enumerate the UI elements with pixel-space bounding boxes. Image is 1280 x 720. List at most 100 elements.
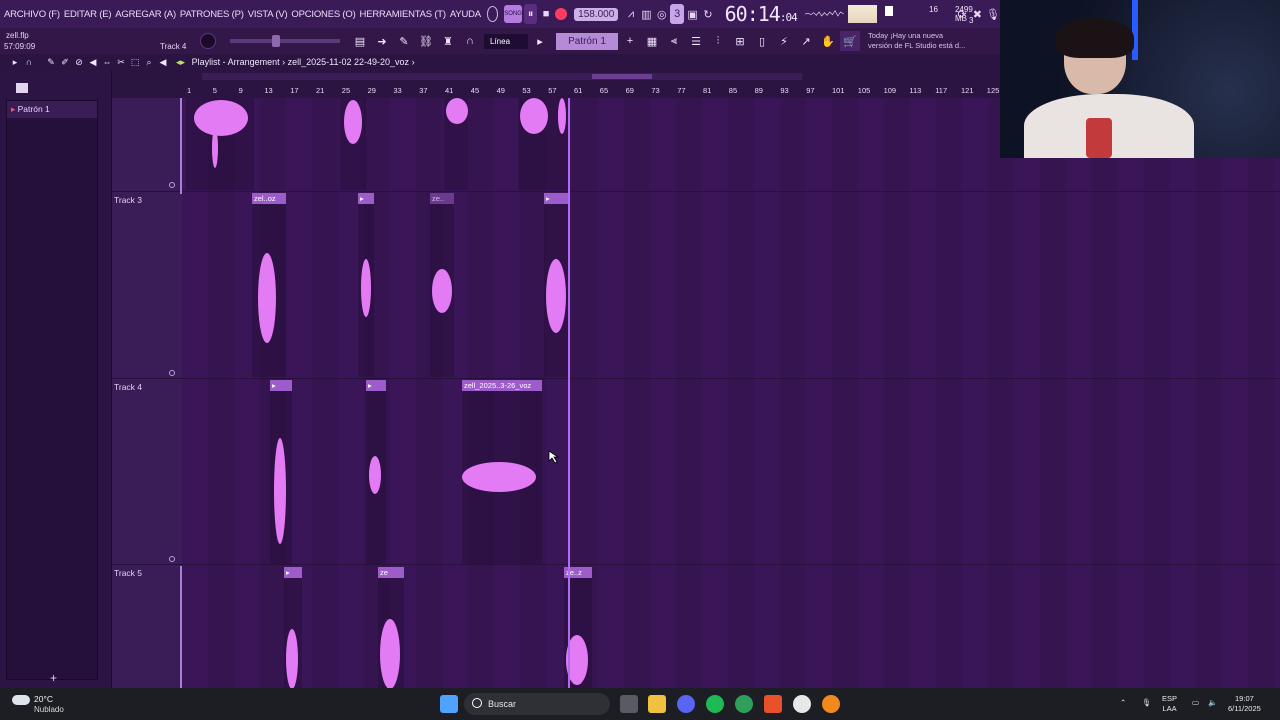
plugin-plug-icon[interactable]: ⚡ — [774, 31, 794, 51]
task-view-icon[interactable] — [620, 695, 638, 713]
microphone-icon[interactable]: 🎙 — [986, 4, 1000, 24]
blend-icon[interactable]: ↻ — [701, 4, 714, 24]
project-icon[interactable]: ▯ — [752, 31, 772, 51]
search-box[interactable]: Buscar — [464, 693, 610, 715]
playlist-grid[interactable]: zel..oz ▸ ze.. ▸ ▸ ▸ zell_2025..3-26_voz — [182, 98, 1280, 688]
audio-clip[interactable]: ze.. — [430, 193, 454, 377]
arrow-right-icon[interactable]: ➜ — [372, 31, 392, 51]
audio-clip[interactable]: ▸ — [366, 380, 386, 564]
faders-icon[interactable]: ⫶ — [708, 31, 728, 51]
menu-vista[interactable]: VISTA (V) — [248, 9, 288, 20]
audio-clip[interactable]: ▸ — [358, 193, 374, 377]
metronome-icon[interactable]: ⩘ — [624, 4, 637, 24]
slider-handle[interactable] — [272, 35, 280, 47]
piano-roll-icon[interactable]: ▤ — [350, 31, 370, 51]
audio-clip[interactable] — [518, 98, 568, 190]
horizontal-scrollbar[interactable] — [202, 73, 802, 80]
master-volume-knob[interactable] — [200, 33, 216, 49]
pattern-prev-icon[interactable]: ▸ — [530, 31, 550, 51]
obs-icon[interactable] — [793, 695, 811, 713]
zoom-tool-icon[interactable]: ⌕ — [142, 57, 156, 68]
pencil-icon[interactable]: ✎ — [394, 31, 414, 51]
menu-agregar[interactable]: AGREGAR (A) — [115, 9, 176, 20]
tempo-display[interactable]: 158.000 — [574, 7, 619, 21]
audio-clip[interactable] — [186, 98, 254, 190]
windows-start-icon[interactable] — [440, 695, 458, 713]
menu-archivo[interactable]: ARCHIVO (F) — [4, 9, 60, 20]
delete-tool-icon[interactable]: ⊘ — [72, 57, 86, 68]
channel-rack-icon[interactable]: ⫷ — [664, 31, 684, 51]
pattern-selector[interactable]: Patrón 1 — [556, 32, 618, 50]
track-header-5[interactable]: Track 5 — [112, 567, 182, 579]
master-pitch-slider[interactable] — [230, 35, 340, 47]
track-4-dot[interactable] — [169, 556, 175, 562]
pattern-item[interactable]: Patrón 1 — [7, 101, 97, 118]
link-icon[interactable]: ⛓ — [416, 31, 436, 51]
audio-clip[interactable] — [444, 98, 468, 190]
timeline-ruler[interactable]: 1 5 9 13 17 21 25 29 33 37 41 45 49 53 57 61 65 69 73 77 81 8… — [182, 70, 1000, 98]
menu-patrones[interactable]: PATRONES (P) — [180, 9, 244, 20]
audio-clip[interactable]: zel..oz — [252, 193, 286, 377]
playlist-icon[interactable]: ▦ — [642, 31, 662, 51]
menu-opciones[interactable]: OPCIONES (O) — [291, 9, 355, 20]
brave-icon[interactable] — [764, 695, 782, 713]
add-pattern-plus-icon[interactable]: + — [50, 671, 57, 685]
loop-record-icon[interactable]: ▣ — [686, 4, 699, 24]
track-header-3[interactable]: Track 3 — [112, 194, 182, 206]
countdown-icon[interactable]: ◎ — [655, 4, 668, 24]
chrome-icon[interactable] — [735, 695, 753, 713]
hint-icon[interactable]: ↗ — [796, 31, 816, 51]
step-edit-icon[interactable]: 3 — [670, 4, 684, 24]
slice-tool-icon[interactable]: ✂ — [114, 57, 128, 68]
audio-clip[interactable]: zell_2025..3-26_voz — [462, 380, 542, 564]
spotify-icon[interactable] — [706, 695, 724, 713]
menu-ayuda[interactable]: AYUDA — [450, 9, 481, 20]
paint-tool-icon[interactable]: ✐ — [58, 57, 72, 68]
mute-tool-icon[interactable]: ◀ — [86, 57, 100, 68]
playlist-menu-arrow-icon[interactable]: ▸ — [8, 57, 22, 68]
track-3-dot[interactable] — [169, 370, 175, 376]
snap-dropdown[interactable]: Línea — [484, 33, 528, 49]
audio-clip[interactable]: ▸ — [544, 193, 568, 377]
draw-tool-icon[interactable]: ✎ — [44, 57, 58, 68]
magnet-snap-icon[interactable]: ∩ — [22, 57, 36, 67]
menu-editar[interactable]: EDITAR (E) — [64, 9, 112, 20]
slip-tool-icon[interactable]: ⇔ — [100, 57, 114, 67]
audio-clip[interactable]: ▸ — [284, 567, 302, 688]
browser-tree-icon[interactable]: ⊞ — [730, 31, 750, 51]
scrollbar-thumb[interactable] — [592, 74, 652, 79]
pause-icon[interactable]: ⏸ — [523, 4, 538, 24]
shop-cart-icon[interactable]: 🛒 — [840, 31, 860, 51]
breadcrumb[interactable]: zell_2025-11-02 22-49-20_voz — [288, 57, 409, 67]
mixer-icon[interactable]: ☰ — [686, 31, 706, 51]
touch-icon[interactable]: ✋ — [818, 31, 838, 51]
volume-icon[interactable]: 🔈 — [1208, 698, 1217, 708]
select-tool-icon[interactable]: ⬚ — [128, 57, 142, 68]
news-panel[interactable]: Today ¡Hay una nueva versión de FL Studi… — [868, 31, 965, 51]
add-pattern-icon[interactable]: + — [620, 31, 640, 51]
discord-icon[interactable] — [677, 695, 695, 713]
record-mode-icon[interactable] — [486, 6, 499, 22]
piano-icon[interactable] — [16, 83, 28, 93]
playlist-arrows-icon[interactable]: ◂▸ — [176, 57, 185, 67]
menu-herramientas[interactable]: HERRAMIENTAS (T) — [360, 9, 447, 20]
tray-mic-icon[interactable]: 🎙 — [1142, 698, 1152, 708]
track-1-dot[interactable] — [169, 182, 175, 188]
audio-clip[interactable]: ze — [378, 567, 404, 688]
time-display[interactable]: 60:14:04 — [725, 2, 798, 26]
fl-studio-icon[interactable] — [822, 695, 840, 713]
record-button[interactable] — [555, 4, 568, 24]
network-icon[interactable]: ▭ — [1192, 698, 1199, 708]
audio-clip[interactable] — [340, 98, 366, 190]
file-explorer-icon[interactable] — [648, 695, 666, 713]
clock[interactable]: 19:07 6/11/2025 — [1228, 694, 1261, 714]
track-header-4[interactable]: Track 4 — [112, 381, 182, 393]
language-indicator[interactable]: ESP LAA — [1162, 694, 1177, 714]
magnet-icon[interactable]: ∩ — [460, 31, 480, 51]
tray-chevron-icon[interactable]: ⌃ — [1120, 698, 1126, 708]
song-mode-button[interactable]: SONG — [504, 5, 522, 23]
stop-icon[interactable]: ■ — [539, 4, 552, 24]
playhead[interactable] — [568, 98, 570, 688]
stamp-icon[interactable]: ♜ — [438, 31, 458, 51]
wait-icon[interactable]: ▥ — [640, 4, 653, 24]
